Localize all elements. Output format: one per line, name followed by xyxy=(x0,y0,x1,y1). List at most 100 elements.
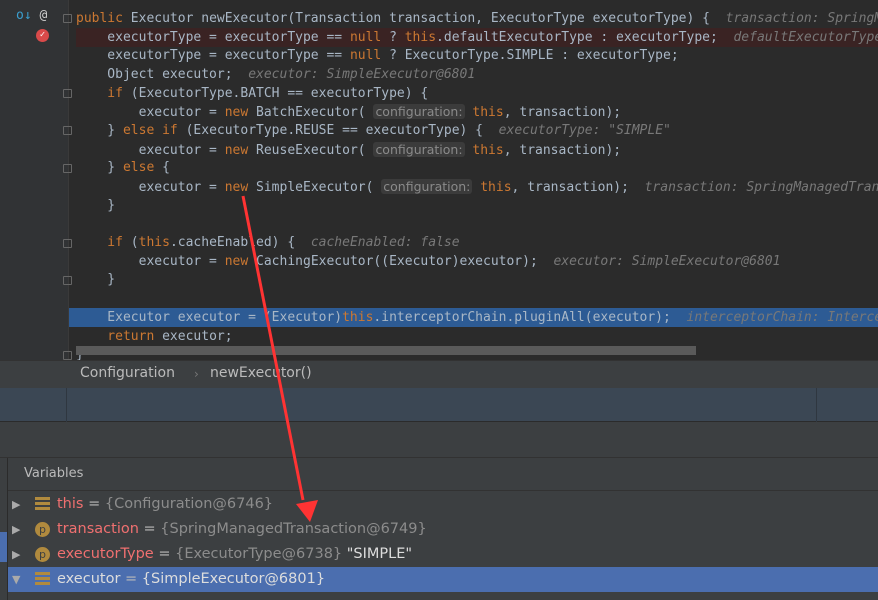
equals: = xyxy=(120,571,142,587)
parameter-icon: p xyxy=(35,522,50,537)
debug-toolbar xyxy=(0,388,878,422)
code-line[interactable]: return executor; xyxy=(76,327,878,346)
code-token: Executor newExecutor(Transaction transac… xyxy=(130,11,726,26)
code-token: return xyxy=(76,329,155,344)
code-line[interactable]: executor = new CachingExecutor((Executor… xyxy=(76,252,878,271)
code-token: , transaction); xyxy=(503,105,622,120)
code-line[interactable]: executor = new ReuseExecutor( configurat… xyxy=(76,140,878,159)
code-token: null xyxy=(349,30,382,45)
field-icon xyxy=(35,572,50,587)
code-token: new xyxy=(224,105,249,120)
variable-name: executorType xyxy=(57,546,154,562)
code-token: this xyxy=(342,310,374,325)
inline-debug-value: executor: SimpleExecutor@6801 xyxy=(553,254,781,269)
fold-marker-icon[interactable] xyxy=(63,239,72,248)
fold-marker-icon[interactable] xyxy=(63,126,72,135)
code-token: .cacheEnabled) { xyxy=(169,235,311,250)
code-token: this xyxy=(404,30,437,45)
inline-debug-value: interceptorChain: InterceptorChain@6802 xyxy=(686,310,878,325)
code-token: (ExecutorType.BATCH == executorType) { xyxy=(122,86,429,101)
code-line[interactable]: executor = new SimpleExecutor( configura… xyxy=(76,177,878,196)
selected-frame[interactable] xyxy=(0,532,7,562)
variable-name: transaction xyxy=(57,521,139,537)
code-token: new xyxy=(224,143,249,158)
variable-text: executor = {SimpleExecutor@6801} xyxy=(57,567,325,592)
equals: = xyxy=(153,546,176,562)
expand-arrow-icon[interactable]: ▶ xyxy=(12,492,20,517)
parameter-hint: configuration: xyxy=(373,142,465,157)
collapse-arrow-icon[interactable]: ▼ xyxy=(12,567,20,592)
breakpoint-line[interactable]: executorType = executorType == null ? th… xyxy=(76,28,878,47)
code-token: ? xyxy=(381,30,405,45)
variables-title: Variables xyxy=(24,466,84,481)
current-execution-line[interactable]: Executor executor = (Executor)this.inter… xyxy=(69,308,878,327)
code-line[interactable]: Object executor; executor: SimpleExecuto… xyxy=(76,65,878,84)
code-line[interactable] xyxy=(76,214,878,233)
code-line[interactable]: if (ExecutorType.BATCH == executorType) … xyxy=(76,84,878,103)
code-editor[interactable]: o↓ @ ✓ public Executor newExecutor(Trans… xyxy=(0,0,878,360)
code-token: new xyxy=(224,254,249,269)
code-token: (ExecutorType.REUSE == executorType) { xyxy=(177,123,499,138)
code-line[interactable]: } xyxy=(76,270,878,289)
code-line[interactable]: } else { xyxy=(76,158,878,177)
fold-marker-icon[interactable] xyxy=(63,351,72,360)
fold-marker-icon[interactable] xyxy=(63,89,72,98)
code-token: this xyxy=(480,180,512,195)
inline-debug-value: transaction: SpringManagedTransaction@67… xyxy=(725,11,878,26)
code-token: , transaction); xyxy=(503,143,622,158)
fold-marker-icon[interactable] xyxy=(63,276,72,285)
breakpoint-icon[interactable]: ✓ xyxy=(36,29,49,42)
variable-row[interactable]: ▶ p executorType = {ExecutorType@6738} "SI… xyxy=(8,542,878,567)
variable-value: {SimpleExecutor@6801} xyxy=(141,571,326,587)
gutter-icons: o↓ @ xyxy=(16,8,47,23)
override-icon[interactable]: o↓ xyxy=(16,8,32,23)
variable-text: executorType = {ExecutorType@6738} "SIMP… xyxy=(57,542,412,567)
annotation-icon[interactable]: @ xyxy=(39,8,47,23)
fold-marker-icon[interactable] xyxy=(63,14,72,23)
variable-string-value: "SIMPLE" xyxy=(342,546,413,562)
breadcrumb-method[interactable]: newExecutor() xyxy=(210,365,312,381)
inline-debug-value: cacheEnabled: false xyxy=(310,235,460,250)
code-line[interactable] xyxy=(76,289,878,308)
code-token: else if xyxy=(122,123,178,138)
code-token: ? ExecutorType.SIMPLE : executorType; xyxy=(381,48,679,63)
code-line[interactable]: } xyxy=(76,196,878,215)
horizontal-scrollbar[interactable] xyxy=(76,346,696,355)
code-token: } xyxy=(76,123,123,138)
code-line[interactable]: executor = new BatchExecutor( configurat… xyxy=(76,102,878,121)
code-token: public xyxy=(76,11,131,26)
variable-value: {SpringManagedTransaction@6749} xyxy=(160,521,427,537)
code-token: executor = xyxy=(76,143,225,158)
code-token: } xyxy=(76,272,116,287)
code-token: executor = xyxy=(76,105,225,120)
code-token: CachingExecutor((Executor)executor); xyxy=(248,254,554,269)
debug-tabs-strip xyxy=(0,422,878,458)
expand-arrow-icon[interactable]: ▶ xyxy=(12,517,20,542)
code-token: executor; xyxy=(154,329,233,344)
code-token: new xyxy=(224,180,249,195)
parameter-icon: p xyxy=(35,547,50,562)
code-token: executor = xyxy=(76,254,225,269)
fold-marker-icon[interactable] xyxy=(63,164,72,173)
code-token: if xyxy=(76,235,123,250)
code-token: null xyxy=(349,48,382,63)
variable-row[interactable]: ▼ executor = {SimpleExecutor@6801} xyxy=(8,567,878,592)
breadcrumb-class[interactable]: Configuration xyxy=(80,365,175,381)
variable-value: {Configuration@6746} xyxy=(104,496,274,512)
variable-row[interactable]: ▶ this = {Configuration@6746} xyxy=(8,492,878,517)
code-token: executorType = executorType == xyxy=(76,30,350,45)
variable-text: this = {Configuration@6746} xyxy=(57,492,273,517)
variable-row[interactable]: ▶ p transaction = {SpringManagedTransactio… xyxy=(8,517,878,542)
expand-arrow-icon[interactable]: ▶ xyxy=(12,542,20,567)
code-line[interactable]: if (this.cacheEnabled) { cacheEnabled: f… xyxy=(76,233,878,252)
breadcrumb: Configuration › newExecutor() xyxy=(0,360,878,388)
code-line[interactable]: public Executor newExecutor(Transaction … xyxy=(76,9,878,28)
code-token: } xyxy=(76,198,116,213)
frames-panel[interactable] xyxy=(0,458,8,600)
breadcrumb-separator: › xyxy=(194,367,199,381)
code-token: .interceptorChain.pluginAll(executor); xyxy=(373,310,687,325)
gutter[interactable] xyxy=(0,0,68,360)
gutter-divider xyxy=(68,0,69,360)
code-line[interactable]: executorType = executorType == null ? Ex… xyxy=(76,46,878,65)
code-line[interactable]: } else if (ExecutorType.REUSE == executo… xyxy=(76,121,878,140)
